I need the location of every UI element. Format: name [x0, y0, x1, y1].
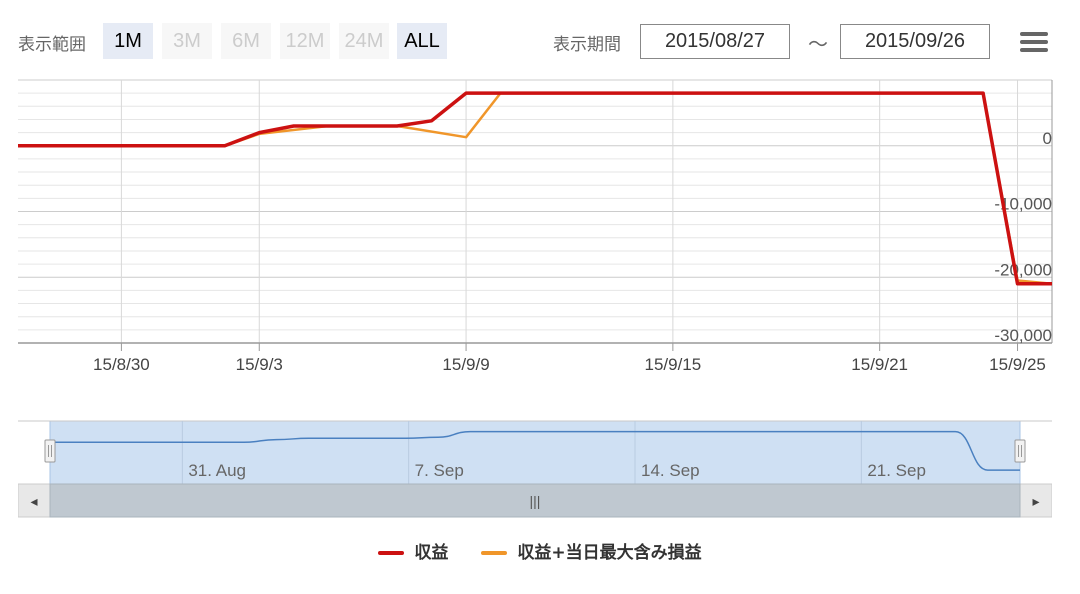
x-tick-label: 15/9/25 [989, 355, 1046, 374]
legend-item-revenue-plus-unrealized[interactable]: 収益+当日最大含み損益 [481, 538, 702, 563]
x-tick-label: 15/8/30 [93, 355, 150, 374]
y-tick-label: -20,000 [994, 260, 1052, 279]
series-line-revenue-plus-unrealized[interactable] [18, 91, 1053, 286]
legend: 収益 収益+当日最大含み損益 [0, 538, 1080, 568]
range-button-all[interactable]: ALL [397, 23, 447, 59]
legend-swatch-orange [481, 551, 508, 555]
legend-item-revenue[interactable]: 収益 [378, 538, 448, 563]
x-tick-label: 15/9/15 [644, 355, 701, 374]
scroll-left-arrow-icon: ◂ [30, 493, 37, 509]
navigator-tick-label: 7. Sep [415, 461, 464, 480]
scroll-right-arrow-icon: ▸ [1032, 493, 1039, 509]
x-tick-label: 15/9/21 [851, 355, 908, 374]
navigator-tick-label: 31. Aug [188, 461, 246, 480]
main-chart: 15/8/30 15/9/3 15/9/9 15/9/15 15/9/21 15/9/25… [18, 79, 1053, 374]
range-navigator[interactable]: 31. Aug 7. Sep 14. Sep 21. Sep ◂ ▸ ||| [18, 420, 1052, 518]
range-button-12m[interactable]: 12M [280, 23, 330, 59]
y-tick-label: 0 [1043, 129, 1052, 148]
legend-swatch-red [378, 551, 405, 555]
navigator-right-handle[interactable] [1014, 439, 1026, 463]
series-line-revenue[interactable] [18, 91, 1052, 286]
toolbar: 表示範囲 1M3M6M12M24MALL 表示期間 ～ [0, 0, 1080, 80]
range-label: 表示範囲 [18, 35, 86, 55]
range-button-6m[interactable]: 6M [221, 23, 271, 59]
x-tick-label: 15/9/3 [236, 355, 283, 374]
navigator-left-handle[interactable] [44, 439, 56, 463]
range-button-24m[interactable]: 24M [339, 23, 389, 59]
scrollbar-grip-icon: ||| [530, 493, 541, 509]
navigator-tick-label: 21. Sep [867, 461, 926, 480]
period-label: 表示期間 [553, 35, 621, 55]
navigator-tick-label: 14. Sep [641, 461, 700, 480]
x-tick-label: 15/9/9 [442, 355, 489, 374]
to-date-input[interactable] [840, 24, 990, 59]
hamburger-menu-icon[interactable] [1020, 32, 1048, 54]
y-tick-label: -30,000 [994, 326, 1052, 345]
date-separator: ～ [808, 32, 828, 56]
grid-lines [18, 79, 1052, 344]
range-button-1m[interactable]: 1M [103, 23, 153, 59]
range-button-3m[interactable]: 3M [162, 23, 212, 59]
from-date-input[interactable] [640, 24, 790, 59]
